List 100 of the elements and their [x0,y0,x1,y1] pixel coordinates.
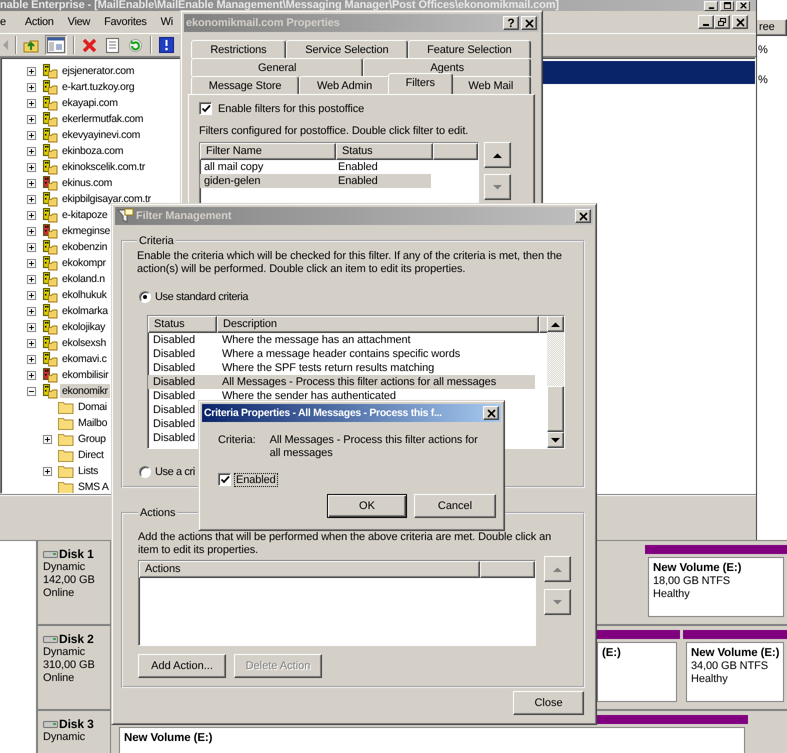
expand-icon[interactable] [27,82,36,92]
menu-item[interactable]: e [0,16,18,28]
tree-item[interactable]: e-kitapoze [60,208,110,222]
expand-icon[interactable] [27,130,36,140]
expand-icon[interactable] [27,370,36,380]
maximize-button[interactable] [720,0,734,10]
tab[interactable]: Web Mail [450,76,531,94]
scrollbar-thumb[interactable] [547,386,564,432]
tab[interactable]: Agents [363,58,531,76]
close-button[interactable]: Close [513,691,584,715]
expand-icon[interactable] [27,322,36,332]
expand-icon[interactable] [27,258,36,268]
tree-item[interactable]: ekolhukuk [60,288,109,302]
collapse-icon[interactable] [27,386,36,396]
selected-row[interactable]: Disabled All Messages - Process this filter actions for all messages [148,375,535,389]
close-button[interactable] [575,209,591,223]
minimize-button[interactable] [704,0,718,10]
move-up-button[interactable] [484,142,511,168]
folder-up-icon[interactable] [23,38,39,52]
menu-item[interactable]: Wi [154,16,180,28]
expand-icon[interactable] [43,434,52,444]
tree-item[interactable]: ekolsexsh [60,336,108,350]
expand-icon[interactable] [27,210,36,220]
tree-item[interactable]: ekonomikr [60,384,110,398]
properties-icon[interactable] [104,36,121,54]
tree-item[interactable]: Domai [76,400,109,414]
tree-item[interactable]: ekokompr [60,256,108,270]
expand-icon[interactable] [27,114,36,124]
expand-icon[interactable] [27,290,36,300]
tree-item[interactable]: ekinboza.com [60,144,126,158]
restore-button[interactable] [714,15,730,29]
tree-item[interactable]: Group [76,432,108,446]
tree-item[interactable]: ekinokscelik.com.tr [60,160,147,174]
scroll-down-button[interactable] [547,432,564,448]
close-button[interactable] [521,16,537,30]
expand-icon[interactable] [27,242,36,252]
tree-item[interactable]: e-kart.tuzkoy.org [60,80,136,94]
expand-icon[interactable] [27,226,36,236]
tree-item[interactable]: ekmeginse [60,224,112,238]
tree-item[interactable]: ekevyayinevi.com [60,128,142,142]
help-icon[interactable] [158,36,175,54]
radio-button[interactable] [139,466,151,478]
dialog-button[interactable]: OK [327,494,407,518]
menu-item[interactable]: View [60,16,98,28]
tree-item[interactable]: ekolmarka [60,304,110,318]
tree-item[interactable]: SMS A [76,480,111,493]
tab[interactable]: General [191,58,364,76]
tree-item[interactable]: Lists [76,464,100,478]
close-button[interactable] [732,15,748,29]
tab[interactable]: Filters [388,73,453,94]
table-cell-text: Disabled [152,361,196,375]
tab[interactable]: Web Admin [299,76,390,94]
close-icon [736,18,744,26]
disk-type: Dynamic [43,646,86,659]
expand-icon[interactable] [27,98,36,108]
help-button[interactable]: ? [503,16,519,30]
expand-icon[interactable] [27,306,36,316]
expand-icon[interactable] [27,146,36,156]
expand-icon[interactable] [27,194,36,204]
tab[interactable]: Service Selection [286,40,408,58]
tab[interactable]: Message Store [191,76,300,94]
tree-item[interactable]: ekolojikay [60,320,108,334]
menu-item[interactable]: Favorites [97,16,154,28]
expand-icon[interactable] [27,162,36,172]
table-cell-text: all mail copy [203,160,264,174]
tree-item[interactable]: ekobenzin [60,240,110,254]
tab[interactable]: Feature Selection [408,40,532,58]
scroll-up-button[interactable] [547,316,564,332]
disk-type: Dynamic [43,561,86,574]
checkbox[interactable] [218,473,231,486]
tree-item[interactable]: ekombilisir [60,368,110,382]
tree-item[interactable]: ekomavi.c [60,352,109,366]
radio-button[interactable] [139,291,151,303]
dialog-button[interactable]: Cancel [414,494,496,518]
expand-icon[interactable] [27,178,36,188]
tree-item[interactable]: ekinus.com [60,176,114,190]
menu-item[interactable]: Action [18,16,61,28]
expand-icon[interactable] [27,354,36,364]
expand-icon[interactable] [43,466,52,476]
tree-item[interactable]: ekayapi.com [60,96,120,110]
tree-item[interactable]: ekoland.n [60,272,107,286]
tree-item[interactable]: ekerlermutfak.com [60,112,146,126]
tree-item[interactable]: Mailbo [76,416,110,430]
selected-row[interactable]: giden-gelen Enabled [200,174,478,188]
minimize-button[interactable] [698,15,714,29]
expand-icon[interactable] [27,274,36,284]
expand-icon[interactable] [27,338,36,348]
checkbox[interactable] [199,102,212,115]
refresh-icon[interactable] [127,36,144,54]
delete-icon[interactable] [81,36,98,54]
tree-item[interactable]: Direct [76,448,106,462]
action-button[interactable]: Add Action... [138,654,226,678]
table-cell-text: Where the SPF tests return results matching [221,361,436,375]
tree-item[interactable]: ejsjenerator.com [60,64,136,78]
close-button[interactable] [736,0,750,10]
close-button[interactable] [483,406,499,420]
tree-item[interactable]: ekipbilgisayar.com.tr [60,192,153,206]
expand-icon[interactable] [27,66,36,76]
pane-view-button[interactable] [45,35,67,55]
tab[interactable]: Restrictions [191,40,286,58]
